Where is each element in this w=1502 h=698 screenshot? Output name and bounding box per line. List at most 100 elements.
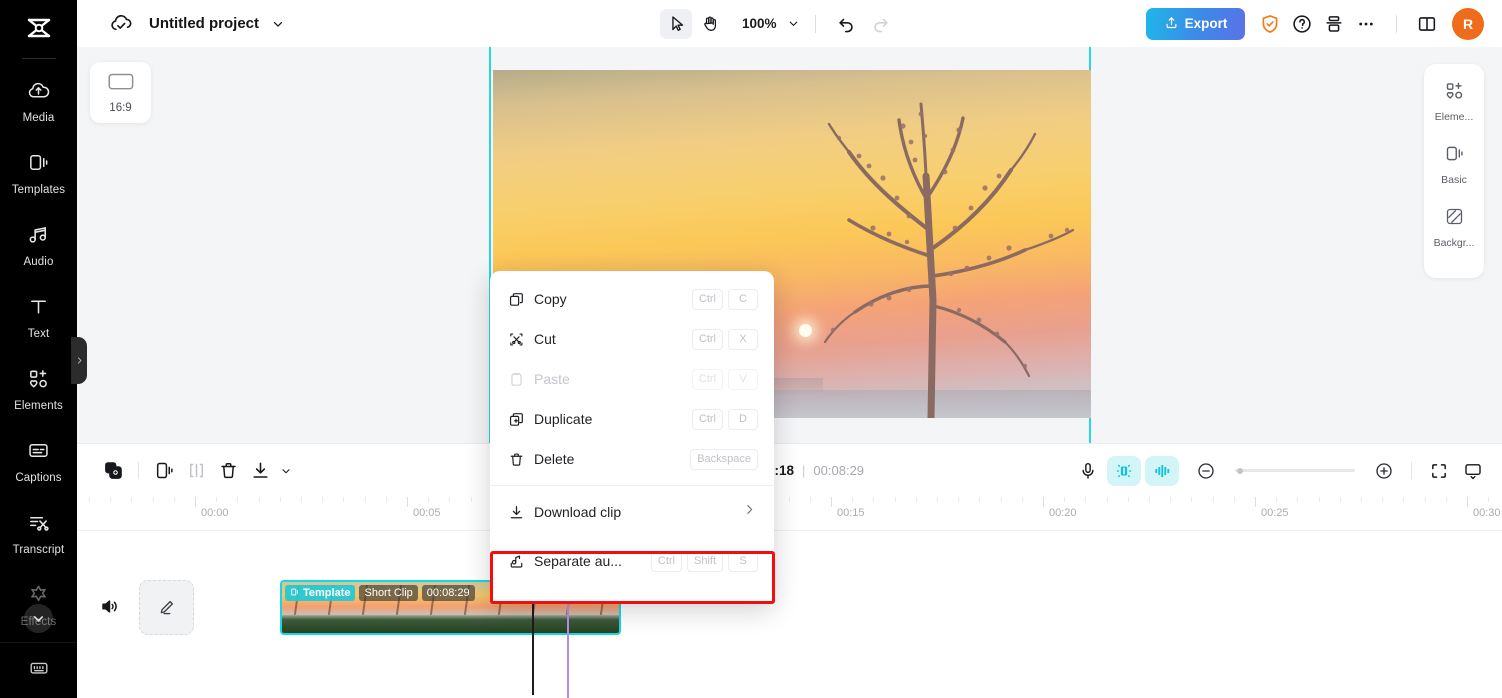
ruler-minor-tick	[470, 497, 472, 502]
ruler-major-tick	[1467, 497, 1468, 507]
trash-icon[interactable]	[213, 456, 243, 486]
ruler-minor-tick	[1339, 497, 1341, 502]
export-button-label: Export	[1184, 16, 1228, 31]
ruler-minor-tick	[937, 497, 938, 502]
context-menu-divider	[490, 536, 774, 537]
cut-scissors-icon	[508, 331, 534, 348]
cloud-upload-icon	[27, 79, 50, 107]
timeline-ruler[interactable]: 00:0000:0500:1000:1500:2000:2500:30	[77, 497, 1502, 531]
sidebar-item-text[interactable]: Text	[0, 281, 77, 353]
ruler-major-tick	[1255, 497, 1256, 507]
trim-brackets-icon[interactable]	[181, 456, 211, 486]
fit-to-screen-icon[interactable]	[1424, 456, 1454, 486]
avatar[interactable]: R	[1452, 7, 1484, 40]
panel-collapse-handle[interactable]	[71, 337, 87, 384]
ruler-minor-tick	[89, 497, 90, 502]
ruler-minor-tick	[1064, 497, 1066, 502]
zoom-slider[interactable]	[1235, 467, 1355, 474]
ruler-minor-tick	[152, 497, 154, 502]
clip-badges: Template Short Clip 00:08:29	[285, 585, 475, 601]
question-circle-icon[interactable]	[1287, 9, 1317, 39]
split-clip-icon[interactable]	[98, 456, 128, 486]
sidebar-item-captions[interactable]: Captions	[0, 425, 77, 497]
page-title: Untitled project	[149, 15, 260, 32]
ruler-minor-tick	[809, 497, 811, 502]
context-menu-item-label: Separate au...	[534, 553, 622, 569]
speaker-volume-icon[interactable]	[95, 592, 123, 620]
zoom-slider-knob[interactable]	[1237, 467, 1243, 474]
context-menu-item-label: Delete	[534, 451, 575, 467]
redo-arrow-icon[interactable]	[865, 9, 897, 39]
zoom-level-label[interactable]: 100%	[742, 16, 777, 31]
aspect-ratio-label: 16:9	[109, 101, 132, 114]
sidebar-item-templates[interactable]: Templates	[0, 137, 77, 209]
ruler-minor-tick	[216, 497, 218, 502]
context-menu-item-download-clip[interactable]: Download clip	[490, 492, 774, 532]
toolbar-divider	[138, 462, 139, 479]
sidebar-item-audio[interactable]: Audio	[0, 209, 77, 281]
cloud-saved-icon[interactable]	[109, 11, 134, 36]
more-horizontal-icon[interactable]	[1351, 9, 1381, 39]
stack-layers-icon[interactable]	[1319, 9, 1349, 39]
preview-monitor-icon[interactable]	[1458, 456, 1488, 486]
captions-box-icon	[27, 439, 50, 467]
sidebar-item-transcript[interactable]: Transcript	[0, 497, 77, 569]
shortcut-key: D	[728, 408, 758, 430]
ruler-label: 00:15	[837, 507, 865, 519]
shortcut-key: Ctrl	[691, 368, 723, 390]
ruler-minor-tick	[873, 497, 875, 502]
ruler-minor-tick	[1191, 497, 1193, 502]
sidebar-item-media[interactable]: Media	[0, 65, 77, 137]
context-menu-item-separate-audio[interactable]: Separate au... Ctrl Shift S	[490, 541, 774, 581]
chevron-down-icon[interactable]	[271, 17, 285, 31]
shortcut-key: C	[728, 288, 758, 310]
zoom-out-circle-icon[interactable]	[1191, 456, 1221, 486]
sidebar-item-elements[interactable]: Elements	[0, 353, 77, 425]
auto-cut-button[interactable]	[1107, 455, 1141, 486]
download-arrow-icon	[508, 504, 534, 521]
ruler-minor-tick	[1403, 497, 1405, 502]
context-menu-item-delete[interactable]: Delete Backspace	[490, 439, 774, 479]
shield-check-icon[interactable]	[1255, 9, 1285, 39]
shortcut-key: X	[728, 328, 758, 350]
context-menu-shortcut: Ctrl X	[691, 328, 758, 350]
right-item-elements[interactable]: Eleme...	[1425, 74, 1483, 129]
zoom-in-circle-icon[interactable]	[1369, 456, 1399, 486]
ruler-minor-tick	[110, 497, 112, 502]
keyboard-shortcuts-icon[interactable]	[28, 657, 50, 684]
context-menu-shortcut: Backspace	[690, 448, 758, 470]
capcut-editor-window: Media Templates Audio Text Elements Capt…	[0, 0, 1502, 698]
right-item-basic[interactable]: Basic	[1425, 137, 1483, 192]
sidebar-scroll-down-button[interactable]	[24, 604, 53, 633]
ruler-minor-tick	[131, 497, 133, 502]
aspect-ratio-button[interactable]: 16:9	[90, 62, 151, 123]
cursor-arrow-icon[interactable]	[660, 8, 692, 39]
ruler-minor-tick	[385, 497, 387, 502]
ruler-minor-tick	[915, 497, 917, 502]
context-menu-item-duplicate[interactable]: Duplicate Ctrl D	[490, 399, 774, 439]
download-options-caret-icon[interactable]	[277, 456, 295, 486]
zoom-dropdown-caret-icon[interactable]	[787, 17, 800, 30]
sidebar-item-label: Text	[27, 327, 50, 340]
context-menu-item-cut[interactable]: Cut Ctrl X	[490, 319, 774, 359]
microphone-icon[interactable]	[1073, 456, 1103, 486]
sidebar-item-label: Templates	[11, 183, 66, 196]
split-panel-icon[interactable]	[1412, 9, 1442, 39]
hand-pan-icon[interactable]	[694, 9, 726, 39]
capcut-logo-icon[interactable]	[0, 0, 77, 58]
timeline-time-display: 6:18 | 00:08:29	[767, 463, 864, 478]
context-menu-item-copy[interactable]: Copy Ctrl C	[490, 279, 774, 319]
export-button[interactable]: Export	[1146, 7, 1245, 40]
right-tools-card: Eleme... Basic Backgr...	[1424, 64, 1484, 278]
timeline-track-area: Template Short Clip 00:08:29	[77, 531, 1502, 698]
download-arrow-icon[interactable]	[245, 456, 275, 486]
crop-frame-icon[interactable]	[149, 456, 179, 486]
ruler-minor-tick	[1318, 497, 1320, 502]
right-item-background[interactable]: Backgr...	[1425, 200, 1483, 255]
ruler-minor-tick	[1488, 497, 1490, 502]
undo-arrow-icon[interactable]	[831, 9, 863, 39]
shortcut-key: Backspace	[690, 448, 758, 470]
track-edit-button[interactable]	[139, 580, 194, 635]
toolbar-divider	[814, 14, 816, 33]
audio-waveform-button[interactable]	[1145, 455, 1179, 486]
